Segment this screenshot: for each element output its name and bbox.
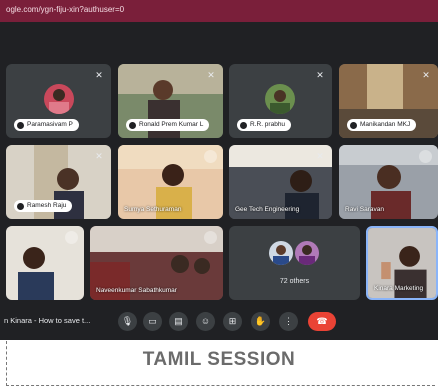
participant-tile[interactable]: Sumya Sethuraman <box>118 145 223 219</box>
participant-tile[interactable]: Ravi Saravan <box>339 145 438 219</box>
participant-tile[interactable]: ✕ Manikandan MKJ <box>339 64 438 138</box>
audio-indicator-icon <box>204 231 217 244</box>
participant-tile-self[interactable]: Kinara Marketing <box>366 226 438 300</box>
participant-name: Naveenkumar Sabathkumar <box>96 287 177 294</box>
mic-muted-icon: ✕ <box>95 151 103 161</box>
browser-address-bar[interactable]: ogle.com/ygn-fiju-xin?authuser=0 <box>0 0 438 22</box>
participant-name-pill: Ramesh Raju <box>14 200 73 212</box>
participant-name-pill: R.R. prabhu <box>237 119 292 131</box>
avatar <box>265 84 295 114</box>
pin-icon <box>129 121 136 129</box>
pin-icon <box>240 121 247 129</box>
avatar <box>269 241 293 265</box>
mic-muted-icon: ✕ <box>207 70 215 80</box>
mic-icon[interactable]: 🎙 <box>118 312 137 331</box>
participant-name-pill: Paramasivam P <box>14 119 79 131</box>
participant-tile[interactable]: Naveenkumar Sabathkumar <box>90 226 223 300</box>
avatar <box>295 241 319 265</box>
meeting-title: n Kinara - How to save t... <box>4 316 91 325</box>
participant-name: Sumya Sethuraman <box>124 206 182 213</box>
participant-tile[interactable]: ✕ Ramesh Raju <box>6 145 111 219</box>
participant-tile[interactable]: ✕ R.R. prabhu <box>229 64 332 138</box>
meeting-stage: ✕ Paramasivam P ✕ Ronald Prem Kumar L ✕ … <box>0 22 438 340</box>
others-count: 72 others <box>279 278 310 285</box>
participant-name-pill: Ronald Prem Kumar L <box>126 119 210 131</box>
participant-tile[interactable]: ✕ Ronald Prem Kumar L <box>118 64 223 138</box>
mic-muted-icon: ✕ <box>316 151 324 161</box>
emoji-icon[interactable]: ☺ <box>196 312 215 331</box>
mic-muted-icon: ✕ <box>316 70 324 80</box>
captions-icon[interactable]: ▤ <box>169 312 188 331</box>
participant-name: Ravi Saravan <box>345 206 385 213</box>
camera-icon[interactable]: ▭ <box>143 312 162 331</box>
pin-icon <box>17 202 24 210</box>
present-icon[interactable]: ⊞ <box>223 312 242 331</box>
meeting-control-bar: n Kinara - How to save t... 🎙 ▭ ▤ ☺ ⊞ ✋ … <box>0 304 438 340</box>
participant-tile[interactable]: ✕ Gee Tech Engineering <box>229 145 332 219</box>
more-options-icon[interactable]: ⋮ <box>279 312 298 331</box>
participant-tile[interactable]: ✕ Paramasivam P <box>6 64 111 138</box>
url-text: ogle.com/ygn-fiju-xin?authuser=0 <box>6 5 125 14</box>
participant-name: Gee Tech Engineering <box>235 206 300 213</box>
end-call-icon[interactable]: ☎ <box>308 312 336 331</box>
participant-name-pill: Manikandan MKJ <box>347 119 417 131</box>
mic-muted-icon: ✕ <box>422 70 430 80</box>
participant-name: Kinara Marketing <box>374 285 424 292</box>
raise-hand-icon[interactable]: ✋ <box>251 312 270 331</box>
audio-indicator-icon <box>204 150 217 163</box>
avatar <box>44 84 74 114</box>
caption-title: TAMIL SESSION <box>142 349 296 370</box>
audio-indicator-icon <box>65 231 78 244</box>
participant-tile[interactable] <box>6 226 84 300</box>
mic-muted-icon: ✕ <box>95 70 103 80</box>
pin-icon <box>17 121 24 129</box>
pin-icon <box>350 121 357 129</box>
others-tile[interactable]: 72 others <box>229 226 360 300</box>
audio-indicator-icon <box>419 150 432 163</box>
